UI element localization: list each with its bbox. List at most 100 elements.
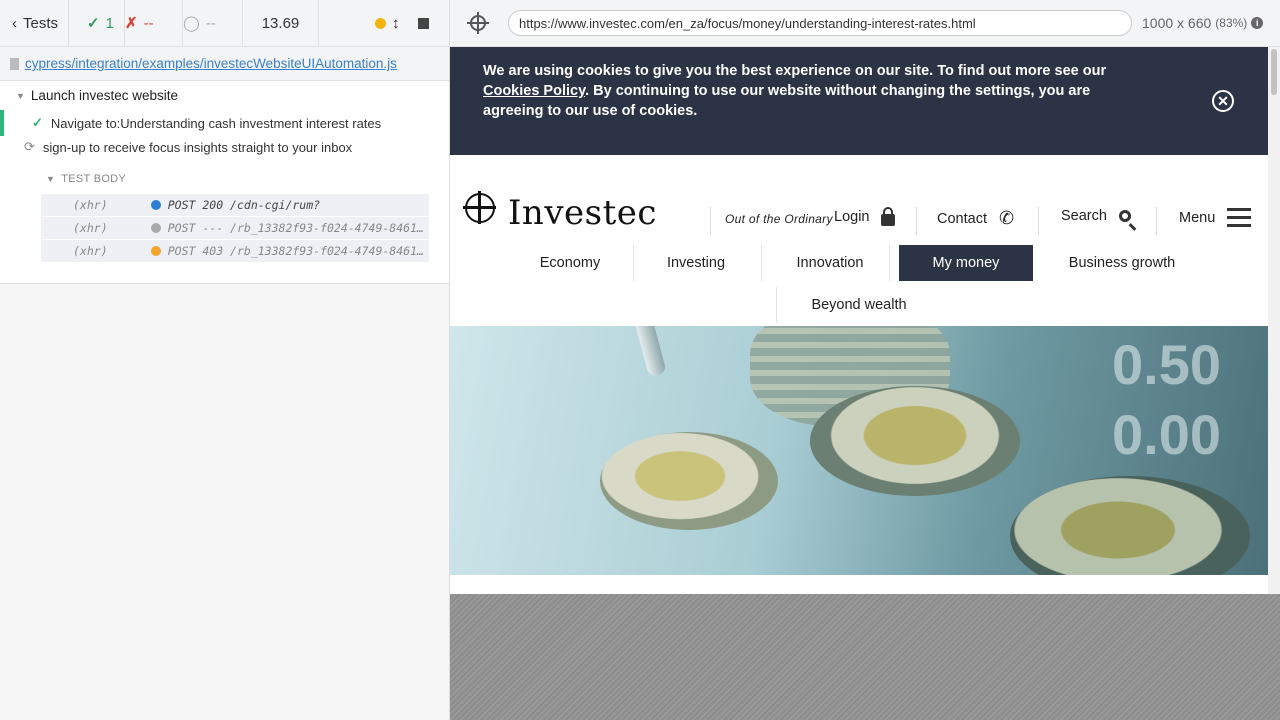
login-label: Login [834,209,870,225]
test-body-header[interactable]: ▼ TEST BODY [46,173,126,185]
chevron-left-icon: ‹ [12,14,17,32]
phone-icon: ✆ [998,208,1015,228]
category-investing[interactable]: Investing [646,245,746,281]
login-link[interactable]: Login [834,207,896,226]
coin [810,386,1020,496]
contact-link[interactable]: Contact ✆ [937,208,1014,229]
pen-shape [631,326,667,378]
status-dot-icon [150,223,161,233]
search-icon [1118,210,1131,222]
content-start [450,575,1268,594]
category-economy[interactable]: Economy [520,245,620,281]
spec-file-link[interactable]: cypress/integration/examples/investecWeb… [25,56,397,71]
scroll-toggle-icon[interactable]: ↕ [392,15,400,32]
tests-label: Tests [23,14,59,32]
spec-file-bar: cypress/integration/examples/investecWeb… [0,47,449,81]
website-viewport: We are using cookies to give you the bes… [450,47,1280,594]
divider [889,245,890,281]
logo-text: Investec [508,193,657,233]
coin [600,432,778,530]
search-button[interactable]: Search [1061,208,1131,224]
category-my-money[interactable]: My money [899,245,1033,281]
tests-button[interactable]: ‹ Tests [0,0,69,47]
suite-title: Launch investec website [30,88,179,103]
caret-down-icon: ▼ [16,90,25,101]
command-message: POST 200 /cdn-cgi/rum? [167,198,321,212]
command-row[interactable]: (xhr) POST 200 /cdn-cgi/rum? [41,194,429,216]
close-icon[interactable]: ✕ [1212,90,1234,112]
category-nav: Economy Investing Innovation My money Bu… [450,245,1268,329]
test-row-running[interactable]: ⟳ sign-up to receive focus insights stra… [0,139,352,155]
lock-icon [881,207,896,226]
cypress-runner: ‹ Tests ✓ 1 ✗ -- ◯ -- 13.69 ↕ cypress/in… [0,0,1280,720]
viewport-scale: (83%) [1215,16,1248,30]
command-message: POST 403 /rb_13382f93-f024-4749-8461-270… [167,244,429,258]
command-kind: (xhr) [73,198,108,212]
command-kind: (xhr) [73,244,108,258]
command-message: POST --- /rb_13382f93-f024-4749-8461-270… [167,221,429,235]
file-icon [10,57,19,70]
divider [916,207,917,235]
run-controls: ↕ [319,0,449,47]
runnables-list: ▼ Launch investec website ✓ Navigate to:… [0,81,449,284]
aut-panel: https://www.investec.com/en_za/focus/mon… [450,0,1280,720]
category-innovation[interactable]: Innovation [780,245,880,281]
refresh-icon: ⟳ [24,139,35,154]
duration: 13.69 [243,0,319,47]
crosshair-logo-icon [463,191,496,224]
command-row[interactable]: (xhr) POST --- /rb_13382f93-f024-4749-84… [41,217,429,239]
status-dot-icon [150,246,161,256]
viewport-info[interactable]: 1000 x 660 (83%) i [1142,15,1264,31]
contact-label: Contact [937,210,987,227]
category-business-growth[interactable]: Business growth [1056,245,1188,281]
menu-label: Menu [1179,209,1216,226]
command-row[interactable]: (xhr) POST 403 /rb_13382f93-f024-4749-84… [41,240,429,262]
x-icon: ✗ [125,15,138,32]
search-label: Search [1061,208,1107,224]
menu-button[interactable]: Menu [1179,208,1252,227]
reporter-panel: ‹ Tests ✓ 1 ✗ -- ◯ -- 13.69 ↕ cypress/in… [0,0,450,720]
test-row-passed[interactable]: ✓ Navigate to:Understanding cash investm… [0,110,381,136]
divider [776,287,777,323]
cookie-text: We are using cookies to give you the bes… [483,63,1107,79]
hamburger-icon [1227,208,1252,227]
test-title: sign-up to receive focus insights straig… [42,139,353,155]
failed-stat: ✗ -- [125,0,183,47]
aut-url-bar: https://www.investec.com/en_za/focus/mon… [450,0,1280,47]
stop-icon[interactable] [418,17,429,29]
pending-circle-icon: ◯ [183,15,200,32]
status-dot-icon [150,200,161,210]
viewport-size: 1000 x 660 [1142,15,1212,31]
test-body-label: TEST BODY [61,173,127,185]
investec-logo[interactable]: Investec [463,191,657,233]
check-icon: ✓ [87,15,100,32]
info-icon: i [1251,17,1264,29]
caret-down-icon: ▼ [46,174,56,184]
divider [761,245,762,281]
command-kind: (xhr) [73,221,108,235]
url-display[interactable]: https://www.investec.com/en_za/focus/mon… [508,10,1132,36]
scrollbar-thumb[interactable] [1271,49,1277,95]
category-beyond-wealth[interactable]: Beyond wealth [800,287,918,323]
pending-count: -- [205,14,216,32]
pending-stat: ◯ -- [183,0,243,47]
divider [633,245,634,281]
reporter-header: ‹ Tests ✓ 1 ✗ -- ◯ -- 13.69 ↕ [0,0,449,47]
selector-playground-icon[interactable] [467,12,489,34]
hero-background-numbers: 0.50 0.00 [1112,333,1221,466]
divider [1156,207,1157,235]
divider [710,207,711,235]
suite-row[interactable]: ▼ Launch investec website [16,88,178,103]
failed-count: -- [143,14,154,32]
hero-image-coins: 0.50 0.00 [450,326,1268,575]
check-icon: ✓ [32,115,43,130]
divider [1038,207,1039,235]
passed-indicator-bar [0,110,4,136]
page-scrollbar[interactable] [1268,47,1280,594]
cookies-policy-link[interactable]: Cookies Policy [483,83,585,99]
running-indicator-icon [375,17,386,29]
tagline: Out of the Ordinary [725,212,833,226]
test-title: Navigate to:Understanding cash investmen… [50,115,382,131]
coin [1010,476,1250,575]
passed-stat: ✓ 1 [69,0,125,47]
